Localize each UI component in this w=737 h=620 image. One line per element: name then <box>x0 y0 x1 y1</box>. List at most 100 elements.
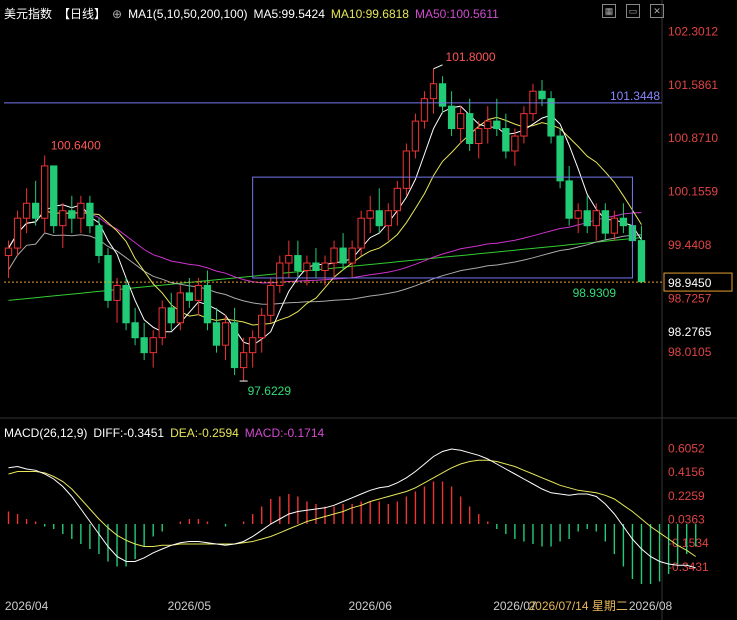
candle-body <box>122 284 130 324</box>
ma5-value: MA5:99.5424 <box>253 6 325 21</box>
candle-body <box>77 202 85 219</box>
candle-body <box>158 307 166 339</box>
candle-body <box>411 120 420 152</box>
ma50-value: MA50:100.5611 <box>414 6 499 21</box>
candle-body <box>41 165 49 219</box>
candle-body <box>31 202 40 219</box>
macd-diff: DIFF:-0.3451 <box>93 426 165 440</box>
candle-body <box>502 128 510 152</box>
candle-body <box>348 247 356 264</box>
candle-body <box>429 83 438 100</box>
candle-body <box>565 180 573 219</box>
candle-body <box>303 262 311 271</box>
candle-body <box>86 202 94 227</box>
candle-body <box>339 247 347 264</box>
candle-body <box>212 322 221 346</box>
candle-body <box>420 98 429 122</box>
candle-body <box>194 284 203 301</box>
high-label: 101.8000 <box>446 50 496 64</box>
candle-body <box>447 105 456 130</box>
candle-body <box>95 225 103 257</box>
candle-body <box>140 337 148 354</box>
ma-label: MA1(5,10,50,200,100) <box>128 6 248 21</box>
candle-body <box>239 352 248 369</box>
candle-body <box>149 337 157 354</box>
candle-body <box>493 120 501 130</box>
instrument-name: 美元指数 <box>4 7 53 21</box>
resistance-label: 101.3448 <box>610 89 660 103</box>
candle-body <box>619 217 628 227</box>
candle-body <box>113 284 121 301</box>
candle-body <box>357 217 365 249</box>
candle-body <box>221 322 230 346</box>
candle-body <box>59 210 67 227</box>
price-tick-label: 98.0105 <box>668 345 712 359</box>
candle-body <box>176 292 184 324</box>
chart-canvas: 102.3012 101.5861 100.8710 100.1559 99.4408 9… <box>0 0 737 620</box>
candle-body <box>538 90 546 100</box>
prev-price-label: 98.2765 <box>668 325 712 339</box>
candle-body <box>556 135 564 182</box>
grid-icon[interactable]: ▦ <box>602 4 616 18</box>
settings-icon[interactable]: ⊕ <box>112 7 122 21</box>
price-tick-label: 102.3012 <box>668 24 718 38</box>
candle-body <box>294 255 302 271</box>
macd-tick-label: 0.4156 <box>668 465 705 479</box>
candle-body <box>230 322 239 369</box>
price-tick-label: 99.4408 <box>668 238 712 252</box>
candle-body <box>402 150 411 189</box>
candle-body <box>167 307 175 324</box>
macd-dea: DEA:-0.2594 <box>170 426 239 440</box>
candle-body <box>592 210 600 227</box>
candle-body <box>456 113 465 130</box>
candle-body <box>583 210 591 227</box>
panel-icon[interactable]: ▭ <box>626 4 640 18</box>
candle-body <box>4 247 13 257</box>
macd-label: MACD(26,12,9) <box>4 426 88 440</box>
date-tick-label: 2026/07/14 星期二 <box>528 599 627 613</box>
macd-header: MACD(26,12,9) DIFF:-0.3451 DEA:-0.2594 M… <box>4 426 324 440</box>
candle-body <box>22 202 31 219</box>
candle-body <box>13 217 22 249</box>
candle-body <box>520 113 528 137</box>
price-tick-label: 100.8710 <box>668 131 718 145</box>
candle-body <box>312 262 320 271</box>
candle-body <box>258 314 266 339</box>
date-tick-label: 2026/04 <box>5 599 49 613</box>
candle-body <box>366 210 374 219</box>
current-price-label: 98.9450 <box>668 276 712 290</box>
close-icon[interactable]: ✕ <box>650 4 664 18</box>
candle-body <box>601 210 609 234</box>
candle-body <box>185 292 194 301</box>
price-tick-label: 101.5861 <box>668 78 718 92</box>
candle-body <box>511 135 519 152</box>
date-tick-label: 2026/08 <box>629 599 673 613</box>
candle-body <box>104 255 112 301</box>
price-tick-label: 100.1559 <box>668 185 718 199</box>
candle-body <box>267 284 275 316</box>
macd-tick-label: -0.3431 <box>668 560 709 574</box>
candle-body <box>466 113 474 145</box>
left-peak-label: 100.6400 <box>51 138 101 152</box>
candle-body <box>330 247 338 264</box>
high-pointer <box>433 64 443 70</box>
period-selector[interactable]: 【日线】 <box>58 5 106 22</box>
candle-body <box>393 187 402 212</box>
chart-header: 美元指数 【日线】 ⊕ MA1(5,10,50,200,100) MA5:99.… <box>4 5 499 22</box>
ma10-value: MA10:99.6818 <box>330 6 409 21</box>
candle-body <box>475 128 483 145</box>
date-tick-label: 2026/06 <box>349 599 393 613</box>
date-tick-label: 2026/05 <box>168 599 212 613</box>
candle-body <box>50 165 58 227</box>
candle-body <box>384 210 392 227</box>
candle-body <box>321 262 329 271</box>
ma5-line <box>8 105 642 346</box>
candle-body <box>610 217 619 234</box>
box-low-label: 98.9309 <box>573 286 617 300</box>
candle-body <box>131 322 139 339</box>
candle-body <box>203 284 212 324</box>
candle-body <box>248 337 257 354</box>
macd-value: MACD:-0.1714 <box>244 426 325 440</box>
candle-body <box>375 210 383 227</box>
candle-body <box>68 210 76 219</box>
